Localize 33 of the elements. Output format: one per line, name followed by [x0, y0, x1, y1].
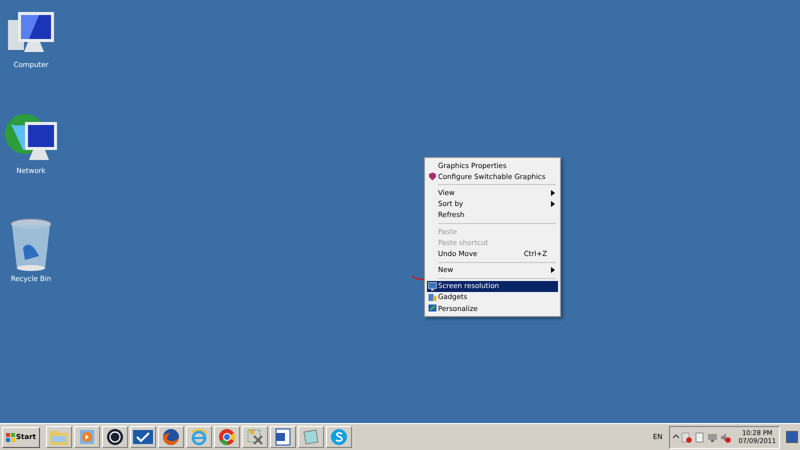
- speaker-muted-icon[interactable]: [720, 432, 731, 442]
- folder-icon: [48, 428, 69, 446]
- media-taskbar-button[interactable]: [74, 426, 100, 448]
- personalize-icon: [428, 304, 437, 314]
- browser-circle-icon: [218, 428, 236, 446]
- chevron-up-icon[interactable]: [672, 434, 679, 440]
- gadgets-icon: [428, 292, 437, 302]
- round-logo-icon: [106, 428, 124, 446]
- chrome-taskbar-button[interactable]: [214, 426, 240, 448]
- tools-icon: [246, 428, 264, 446]
- word-taskbar-button[interactable]: [270, 426, 296, 448]
- letter-e-icon: [190, 428, 208, 446]
- check-taskbar-button[interactable]: [130, 426, 156, 448]
- browser-globe-icon: [162, 428, 180, 446]
- folder-taskbar-button[interactable]: [46, 426, 72, 448]
- shield-icon: [428, 172, 437, 182]
- tools-taskbar-button[interactable]: [242, 426, 268, 448]
- chat-logo-icon: [330, 428, 348, 446]
- document-icon: [274, 428, 292, 446]
- submenu-arrow-icon: [551, 267, 555, 274]
- recycle-bin-icon[interactable]: [9, 218, 53, 272]
- tray-alert-icon[interactable]: [680, 432, 692, 442]
- ie-taskbar-button[interactable]: [186, 426, 212, 448]
- monitor-icon: [428, 282, 437, 291]
- tray-monitor-icon[interactable]: [706, 432, 718, 442]
- checkmark-icon: [132, 430, 153, 444]
- notes-taskbar-button[interactable]: [298, 426, 324, 448]
- firefox-taskbar-button[interactable]: [158, 426, 184, 448]
- windows-logo-icon: [6, 432, 15, 442]
- skype-taskbar-button[interactable]: [326, 426, 352, 448]
- tray-document-icon[interactable]: [694, 432, 705, 442]
- notes-icon: [302, 428, 320, 446]
- play-icon: [78, 428, 96, 446]
